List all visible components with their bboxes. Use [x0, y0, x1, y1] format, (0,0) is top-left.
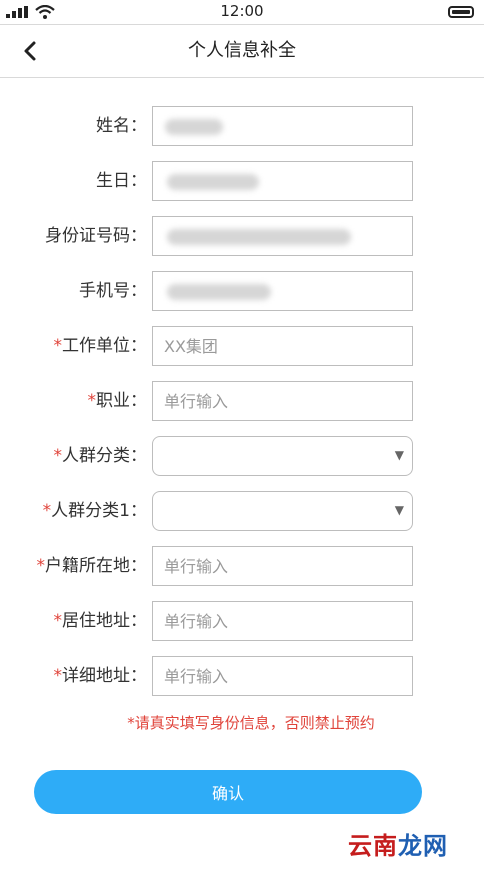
form-row-id-number: 身份证号码： — [0, 216, 484, 256]
occupation-field-box — [152, 381, 413, 421]
required-mark: * — [42, 501, 52, 521]
form-row-birthday: 生日： — [0, 161, 484, 201]
population-category-select[interactable]: ▼ — [152, 436, 413, 476]
form-row-population-category: *人群分类： ▼ — [0, 436, 484, 476]
field-label: *户籍所在地： — [37, 546, 148, 586]
watermark-part1: 云南 — [348, 831, 398, 860]
field-label-text: 姓名： — [96, 116, 147, 136]
identity-notice: *请真实填写身份信息，否则禁止预约 — [127, 714, 375, 732]
household-registration-field-box — [152, 546, 413, 586]
form-row-work-unit: *工作单位： — [0, 326, 484, 366]
detailed-address-input[interactable] — [153, 657, 412, 695]
watermark-logo: 云南龙网 — [348, 826, 448, 861]
field-label-text: 居住地址： — [62, 611, 147, 631]
required-mark: * — [87, 391, 97, 411]
form-row-phone: 手机号： — [0, 271, 484, 311]
occupation-input[interactable] — [153, 382, 412, 420]
form-row-occupation: *职业： — [0, 381, 484, 421]
field-label: *职业： — [88, 381, 148, 421]
field-label: 手机号： — [79, 271, 147, 311]
required-mark: * — [53, 336, 63, 356]
residence-address-field-box — [152, 601, 413, 641]
field-label: *人群分类1： — [43, 491, 147, 531]
field-label: 生日： — [96, 161, 147, 201]
field-label: 姓名： — [96, 106, 147, 146]
redacted-value — [167, 174, 259, 190]
chevron-down-icon: ▼ — [394, 448, 404, 462]
field-label-text: 职业： — [96, 391, 147, 411]
work-unit-field-box — [152, 326, 413, 366]
required-mark: * — [36, 556, 46, 576]
status-time: 12:00 — [220, 2, 264, 20]
id-number-field-box — [152, 216, 413, 256]
nav-bar: 个人信息补全 — [0, 25, 484, 78]
battery-icon — [448, 6, 474, 18]
field-label-text: 身份证号码： — [45, 226, 147, 246]
form-row-detailed-address: *详细地址： — [0, 656, 484, 696]
form-row-household-registration: *户籍所在地： — [0, 546, 484, 586]
redacted-value — [167, 284, 271, 300]
redacted-value — [167, 229, 351, 245]
chevron-down-icon: ▼ — [394, 503, 404, 517]
field-label: *人群分类： — [54, 436, 148, 476]
residence-address-input[interactable] — [153, 602, 412, 640]
form-row-population-category-1: *人群分类1： ▼ — [0, 491, 484, 531]
field-label: 身份证号码： — [45, 216, 147, 256]
name-field-box — [152, 106, 413, 146]
confirm-button[interactable]: 确认 — [34, 770, 422, 814]
status-bar: 12:00 — [0, 0, 484, 25]
required-mark: * — [53, 666, 63, 686]
field-label-text: 详细地址： — [62, 666, 147, 686]
detailed-address-field-box — [152, 656, 413, 696]
page-title: 个人信息补全 — [188, 40, 296, 61]
field-label-text: 户籍所在地： — [45, 556, 147, 576]
birthday-field-box — [152, 161, 413, 201]
required-mark: * — [53, 446, 63, 466]
field-label-text: 人群分类： — [62, 446, 147, 466]
phone-field-box — [152, 271, 413, 311]
field-label-text: 人群分类1： — [51, 501, 147, 521]
redacted-value — [165, 119, 223, 135]
field-label: *居住地址： — [54, 601, 148, 641]
field-label: *详细地址： — [54, 656, 148, 696]
field-label-text: 生日： — [96, 171, 147, 191]
field-label-text: 手机号： — [79, 281, 147, 301]
form-row-name: 姓名： — [0, 106, 484, 146]
household-registration-input[interactable] — [153, 547, 412, 585]
required-mark: * — [53, 611, 63, 631]
work-unit-input[interactable] — [153, 327, 412, 365]
field-label-text: 工作单位： — [62, 336, 147, 356]
form-row-residence-address: *居住地址： — [0, 601, 484, 641]
watermark-part2: 龙网 — [398, 831, 448, 860]
field-label: *工作单位： — [54, 326, 148, 366]
population-category-1-select[interactable]: ▼ — [152, 491, 413, 531]
